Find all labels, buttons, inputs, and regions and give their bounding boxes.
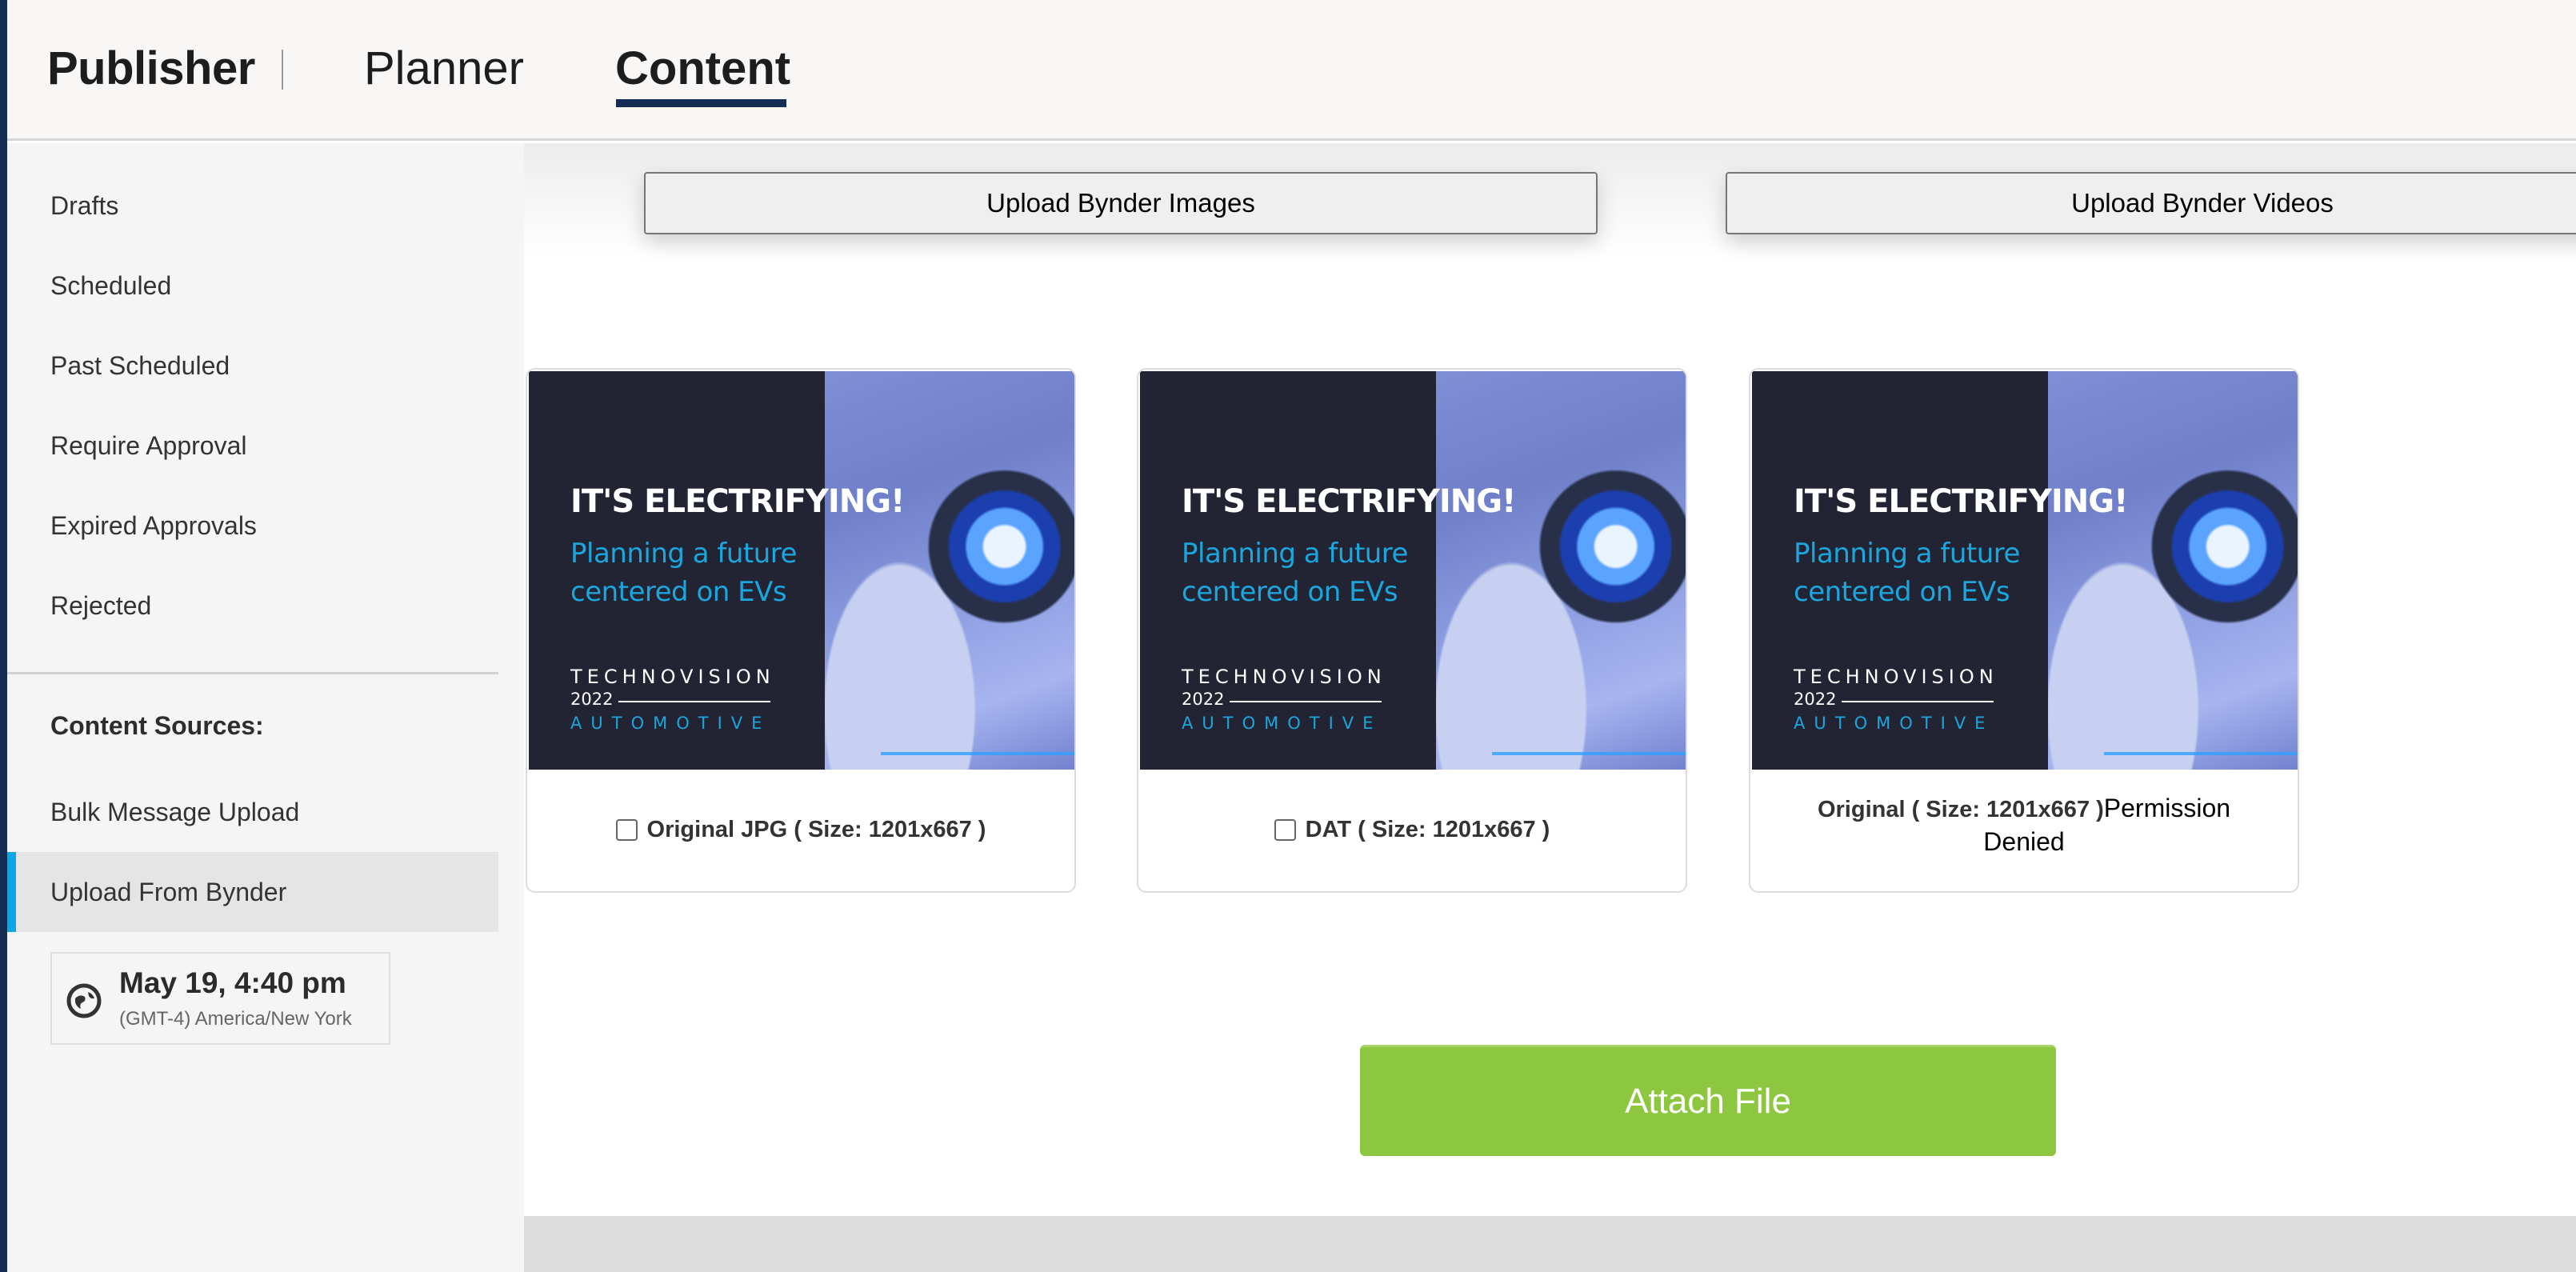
- thumbnail-brand: TECHNOVISION: [1794, 666, 1998, 688]
- asset-thumbnail[interactable]: IT'S ELECTRIFYING! Planning a future cen…: [529, 371, 1074, 770]
- timezone-zone: (GMT-4) America/New York: [119, 1008, 352, 1030]
- asset-card: IT'S ELECTRIFYING! Planning a future cen…: [1137, 368, 1687, 893]
- sidebar-item-require-approval[interactable]: Require Approval: [7, 406, 498, 486]
- sidebar-item-past-scheduled[interactable]: Past Scheduled: [7, 326, 498, 406]
- attach-file-button[interactable]: Attach File: [1360, 1045, 2056, 1156]
- sidebar-item-bulk-message-upload[interactable]: Bulk Message Upload: [7, 772, 498, 852]
- asset-checkbox[interactable]: [1274, 818, 1296, 841]
- thumbnail-subtitle: Planning a future centered on EVs: [1794, 538, 2020, 608]
- thumbnail-rule: [618, 701, 770, 702]
- sidebar-item-expired-approvals[interactable]: Expired Approvals: [7, 486, 498, 566]
- asset-card: IT'S ELECTRIFYING! Planning a future cen…: [526, 368, 1076, 893]
- ev-charger-photo: [2048, 371, 2298, 770]
- asset-thumbnail[interactable]: IT'S ELECTRIFYING! Planning a future cen…: [1140, 371, 1686, 770]
- asset-caption: Original ( Size: 1201x667 )Permission De…: [1750, 770, 2298, 890]
- thumbnail-brand: TECHNOVISION: [1182, 666, 1386, 688]
- tab-planner[interactable]: Planner: [364, 42, 524, 95]
- asset-thumbnail[interactable]: IT'S ELECTRIFYING! Planning a future cen…: [1752, 371, 2298, 770]
- asset-checkbox[interactable]: [615, 818, 638, 841]
- asset-caption: DAT ( Size: 1201x667 ): [1138, 770, 1686, 890]
- thumbnail-year: 2022: [1182, 690, 1225, 709]
- content-sources-heading: Content Sources:: [50, 711, 264, 740]
- sidebar-item-scheduled[interactable]: Scheduled: [7, 246, 498, 326]
- thumbnail-category: AUTOMOTIVE: [1794, 714, 1994, 733]
- thumbnail-category: AUTOMOTIVE: [570, 714, 771, 733]
- sidebar: Drafts Scheduled Past Scheduled Require …: [7, 143, 524, 1272]
- sidebar-item-rejected[interactable]: Rejected: [7, 566, 498, 646]
- thumbnail-year: 2022: [570, 690, 614, 709]
- asset-card: IT'S ELECTRIFYING! Planning a future cen…: [1749, 368, 2299, 893]
- thumbnail-subtitle: Planning a future centered on EVs: [570, 538, 797, 608]
- top-header: Publisher Planner Content: [7, 0, 2576, 141]
- upload-bynder-videos-button[interactable]: Upload Bynder Videos: [1726, 172, 2576, 234]
- timezone-widget[interactable]: May 19, 4:40 pm (GMT-4) America/New York: [50, 952, 390, 1045]
- sidebar-item-label: Upload From Bynder: [50, 877, 287, 906]
- app-edge-strip: [0, 0, 7, 1272]
- thumbnail-subtitle: Planning a future centered on EVs: [1182, 538, 1408, 608]
- ev-charger-photo: [1436, 371, 1686, 770]
- thumbnail-category: AUTOMOTIVE: [1182, 714, 1382, 733]
- thumbnail-rule: [1230, 701, 1382, 702]
- brand-title: Publisher: [47, 42, 255, 94]
- photo-accent-line: [1492, 752, 1686, 755]
- photo-accent-line: [881, 752, 1074, 755]
- active-tab-underline: [616, 99, 786, 107]
- thumbnail-year: 2022: [1794, 690, 1837, 709]
- thumbnail-title: IT'S ELECTRIFYING!: [1794, 483, 2128, 520]
- sidebar-divider: [7, 672, 498, 674]
- thumbnail-title: IT'S ELECTRIFYING!: [1182, 483, 1516, 520]
- timezone-time: May 19, 4:40 pm: [119, 966, 346, 999]
- asset-label: Original ( Size: 1201x667 ): [1817, 797, 2104, 822]
- footer-band: [524, 1216, 2576, 1272]
- thumbnail-title: IT'S ELECTRIFYING!: [570, 483, 905, 520]
- brand-divider: [282, 50, 283, 90]
- asset-caption: Original JPG ( Size: 1201x667 ): [527, 770, 1074, 890]
- sidebar-item-drafts[interactable]: Drafts: [7, 166, 498, 246]
- sidebar-item-upload-from-bynder[interactable]: Upload From Bynder: [7, 852, 498, 932]
- thumbnail-brand: TECHNOVISION: [570, 666, 775, 688]
- thumbnail-rule: [1842, 701, 1994, 702]
- ev-charger-photo: [825, 371, 1074, 770]
- photo-accent-line: [2104, 752, 2298, 755]
- asset-label: DAT ( Size: 1201x667 ): [1305, 816, 1550, 842]
- main-content: Upload Bynder Images Upload Bynder Video…: [524, 143, 2576, 1272]
- upload-bynder-images-button[interactable]: Upload Bynder Images: [644, 172, 1598, 234]
- asset-label: Original JPG ( Size: 1201x667 ): [646, 816, 986, 842]
- globe-icon: [66, 983, 102, 1018]
- tab-content[interactable]: Content: [615, 42, 790, 95]
